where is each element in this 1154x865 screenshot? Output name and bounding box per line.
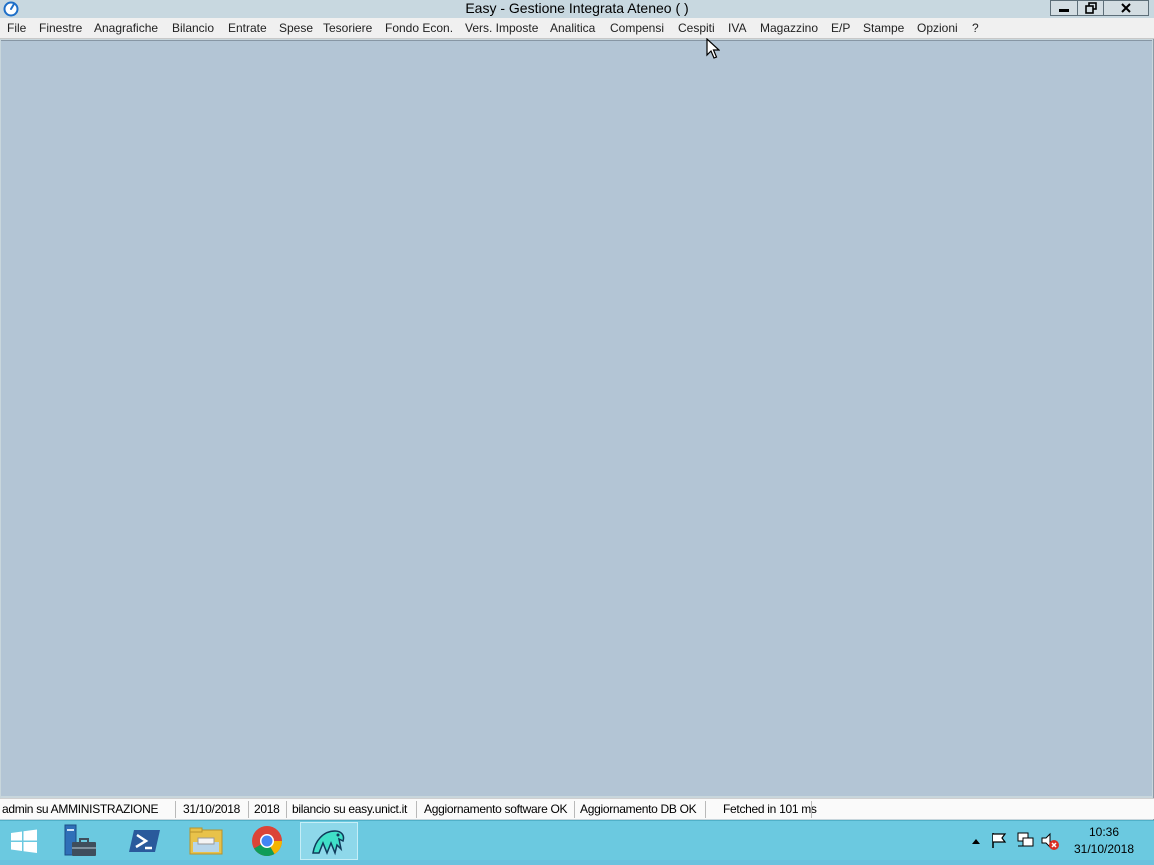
menu-cespiti[interactable]: Cespiti xyxy=(678,18,715,39)
file-explorer-icon xyxy=(189,827,223,855)
status-database: bilancio su easy.unict.it xyxy=(292,802,408,816)
powershell-icon xyxy=(129,830,160,852)
status-divider xyxy=(574,801,575,818)
restore-button[interactable] xyxy=(1077,0,1104,16)
start-button[interactable] xyxy=(0,822,48,860)
minimize-button[interactable] xyxy=(1050,0,1078,16)
title-bar[interactable]: Easy - Gestione Integrata Ateneo ( ) xyxy=(0,0,1154,18)
status-divider xyxy=(175,801,176,818)
clock-date[interactable]: 31/10/2018 xyxy=(1064,842,1144,856)
status-bar: admin su AMMINISTRAZIONE 31/10/2018 2018… xyxy=(0,798,1154,819)
status-software-update: Aggiornamento software OK xyxy=(424,802,568,816)
easy-app-icon xyxy=(312,830,345,856)
window-title: Easy - Gestione Integrata Ateneo ( ) xyxy=(465,0,689,16)
menu-iva[interactable]: IVA xyxy=(728,18,746,39)
menu-opzioni[interactable]: Opzioni xyxy=(917,18,958,39)
minimize-icon xyxy=(1059,9,1069,12)
menu-vers-imposte[interactable]: Vers. Imposte xyxy=(465,18,538,39)
menu-file[interactable]: File xyxy=(7,18,26,39)
status-user: admin su AMMINISTRAZIONE xyxy=(2,802,159,816)
status-divider xyxy=(705,801,706,818)
taskbar-file-explorer[interactable] xyxy=(178,822,236,860)
server-manager-icon xyxy=(64,824,96,856)
status-db-update: Aggiornamento DB OK xyxy=(580,802,697,816)
taskbar-chrome[interactable] xyxy=(238,822,298,860)
network-icon[interactable] xyxy=(1015,831,1035,849)
menu-compensi[interactable]: Compensi xyxy=(610,18,664,39)
status-divider xyxy=(416,801,417,818)
taskbar: 10:36 31/10/2018 xyxy=(0,820,1154,860)
show-hidden-icons-icon[interactable] xyxy=(968,835,984,847)
chrome-icon xyxy=(252,826,282,857)
app-logo-icon[interactable] xyxy=(3,1,19,17)
status-divider xyxy=(248,801,249,818)
status-divider xyxy=(286,801,287,818)
windows-start-icon xyxy=(11,829,37,853)
menu-tesoriere[interactable]: Tesoriere xyxy=(323,18,372,39)
menu-bar: File Finestre Anagrafiche Bilancio Entra… xyxy=(0,18,1154,39)
restore-icon xyxy=(1084,2,1097,14)
taskbar-easy-app[interactable] xyxy=(300,822,358,860)
status-divider xyxy=(811,801,812,818)
menu-bilancio[interactable]: Bilancio xyxy=(172,18,214,39)
menu-finestre[interactable]: Finestre xyxy=(39,18,82,39)
clock-time[interactable]: 10:36 xyxy=(1064,825,1144,839)
mouse-cursor-icon xyxy=(706,38,720,59)
menu-magazzino[interactable]: Magazzino xyxy=(760,18,818,39)
menu-help[interactable]: ? xyxy=(972,18,979,39)
volume-muted-icon[interactable] xyxy=(1040,831,1060,851)
menu-entrate[interactable]: Entrate xyxy=(228,18,267,39)
close-icon xyxy=(1121,3,1131,13)
status-date: 31/10/2018 xyxy=(183,802,241,816)
mdi-client-area[interactable] xyxy=(1,40,1152,796)
menu-fondo-econ[interactable]: Fondo Econ. xyxy=(385,18,453,39)
status-year: 2018 xyxy=(254,802,280,816)
menu-stampe[interactable]: Stampe xyxy=(863,18,904,39)
menu-analitica[interactable]: Analitica xyxy=(550,18,595,39)
action-center-flag-icon[interactable] xyxy=(990,831,1008,849)
status-fetch-time: Fetched in 101 ms xyxy=(723,802,817,816)
close-button[interactable] xyxy=(1103,0,1149,16)
menu-spese[interactable]: Spese xyxy=(279,18,313,39)
menu-anagrafiche[interactable]: Anagrafiche xyxy=(94,18,158,39)
app-window: Easy - Gestione Integrata Ateneo ( ) Fil… xyxy=(0,0,1154,820)
menu-ep[interactable]: E/P xyxy=(831,18,850,39)
taskbar-powershell[interactable] xyxy=(115,822,175,860)
taskbar-server-manager[interactable] xyxy=(50,822,112,860)
